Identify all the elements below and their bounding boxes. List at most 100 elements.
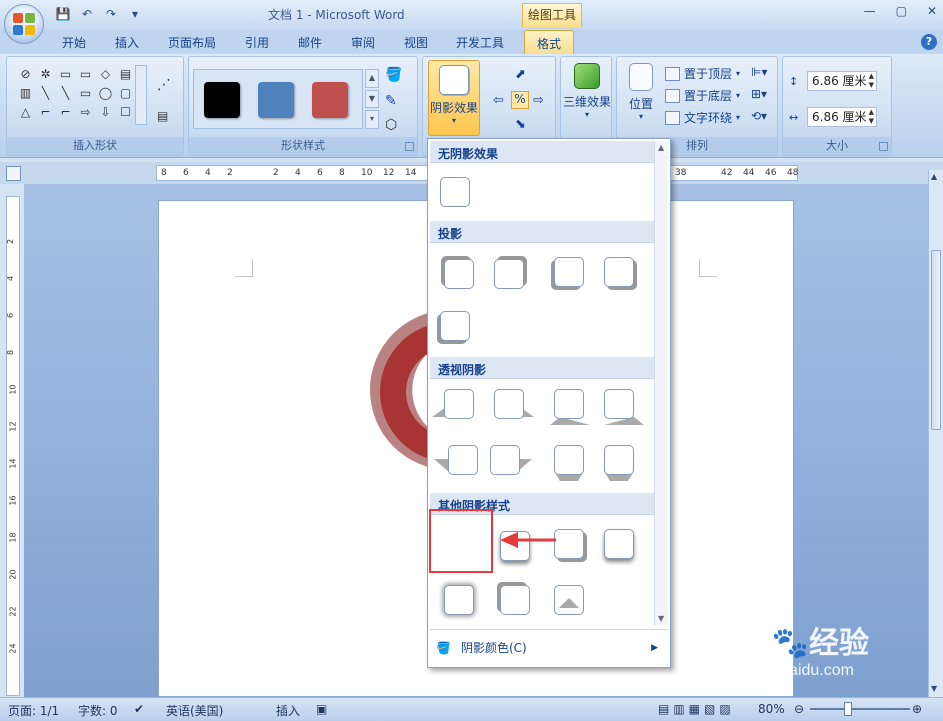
other-shadow-option-6[interactable] [500, 585, 530, 615]
vertical-ruler[interactable]: 2 4 6 8 10 12 14 16 18 20 22 24 [6, 196, 20, 696]
macro-record-icon[interactable]: ▣ [316, 702, 327, 716]
text-wrap-button[interactable]: 文字环绕 ▾ [665, 109, 740, 126]
tab-format[interactable]: 格式 [524, 30, 575, 55]
nudge-shadow-right-icon[interactable]: ⇨ [533, 93, 544, 108]
help-icon[interactable]: ? [921, 34, 937, 50]
position-button[interactable]: 位置 ▾ [623, 63, 659, 121]
right-arrow-icon[interactable]: ⇨ [77, 103, 94, 120]
dropdown-scrollbar[interactable]: ▲ ▼ [654, 141, 668, 625]
perspective-shadow-option-1[interactable] [432, 389, 474, 419]
3d-effects-button[interactable]: 三维效果 ▾ [563, 63, 611, 119]
drop-shadow-option-1[interactable] [444, 259, 474, 289]
perspective-shadow-option-4[interactable] [604, 389, 644, 425]
send-to-back-button[interactable]: 置于底层 ▾ [665, 87, 740, 104]
scroll-thumb[interactable] [931, 250, 941, 430]
office-button[interactable] [4, 4, 44, 44]
perspective-shadow-option-6[interactable] [490, 445, 532, 475]
nudge-shadow-left-icon[interactable]: ⇦ [493, 93, 504, 108]
tab-references[interactable]: 引用 [245, 34, 269, 51]
word-count[interactable]: 字数: 0 [78, 702, 118, 719]
dialog-launcher-icon[interactable] [405, 142, 414, 151]
vertical-scrollbar[interactable]: ▲ ▼ [928, 170, 943, 697]
other-shadow-option-3[interactable] [554, 529, 584, 559]
diamond-icon[interactable]: ◇ [97, 65, 114, 82]
pen-color-icon[interactable]: ✎ [385, 93, 397, 109]
callout-icon[interactable]: ☐ [117, 103, 134, 120]
tab-review[interactable]: 审阅 [351, 34, 375, 51]
down-arrow-icon[interactable]: ⇩ [97, 103, 114, 120]
undo-icon[interactable]: ↶ [78, 6, 96, 22]
shadow-effects-button[interactable]: 阴影效果 ▾ [428, 60, 480, 136]
drop-shadow-option-5[interactable] [440, 311, 470, 341]
view-buttons[interactable]: ▤▥▦▧▨ [658, 702, 735, 716]
rectangle-icon[interactable]: ▭ [57, 65, 74, 82]
tab-selector-icon[interactable] [6, 166, 21, 181]
textbox-icon[interactable]: ▤ [117, 65, 134, 82]
group-objects-icon[interactable]: ⊞▾ [751, 87, 767, 101]
scroll-down-icon[interactable]: ▼ [931, 684, 937, 693]
style-swatch-red[interactable] [312, 82, 348, 118]
nudge-shadow-down-icon[interactable]: ⬊ [515, 117, 526, 132]
tab-mailings[interactable]: 邮件 [298, 34, 322, 51]
oval-icon[interactable]: ◯ [97, 84, 114, 101]
scroll-up-icon[interactable]: ▲ [931, 172, 937, 181]
dialog-launcher-icon[interactable] [879, 142, 888, 151]
tab-view[interactable]: 视图 [404, 34, 428, 51]
line-icon[interactable]: ╲ [57, 84, 74, 101]
drop-shadow-option-2[interactable] [494, 259, 524, 289]
proofing-icon[interactable]: ✔ [134, 702, 144, 716]
zoom-slider[interactable] [810, 708, 910, 710]
scroll-down-icon[interactable]: ▼ [658, 614, 664, 623]
rounded-rect-icon[interactable]: ▢ [117, 84, 134, 101]
rotate-icon[interactable]: ⟲▾ [751, 109, 767, 123]
perspective-shadow-option-3[interactable] [550, 389, 590, 425]
textbox-insert-icon[interactable]: ▤ [157, 109, 168, 123]
height-input[interactable]: 6.86 厘米 ▲ ▼ [807, 71, 877, 91]
perspective-shadow-option-7[interactable] [554, 445, 584, 481]
nudge-shadow-up-icon[interactable]: ⬈ [515, 67, 526, 82]
style-swatch-black[interactable] [204, 82, 240, 118]
zoom-out-icon[interactable]: ⊖ [794, 702, 804, 716]
language-indicator[interactable]: 英语(美国) [166, 702, 223, 719]
perspective-shadow-option-2[interactable] [494, 389, 534, 419]
shadow-toggle-icon[interactable]: % [511, 91, 529, 109]
change-shape-icon[interactable]: ⬡ [385, 117, 397, 133]
tab-developer[interactable]: 开发工具 [456, 34, 504, 51]
style-swatch-blue[interactable] [258, 82, 294, 118]
tab-page-layout[interactable]: 页面布局 [168, 34, 216, 51]
drop-shadow-option-3[interactable] [554, 257, 584, 287]
no-symbol-icon[interactable]: ⊘ [17, 65, 34, 82]
perspective-shadow-option-5[interactable] [434, 445, 478, 475]
zoom-level[interactable]: 80% [758, 702, 785, 716]
other-shadow-option-5[interactable] [444, 585, 474, 615]
other-shadow-option-4[interactable] [604, 529, 634, 559]
shape-gallery-scroll[interactable] [135, 65, 147, 125]
triangle-icon[interactable]: △ [17, 103, 34, 120]
connector-icon[interactable]: ⌐ [37, 103, 54, 120]
connector-icon[interactable]: ⌐ [57, 103, 74, 120]
rectangle-icon[interactable]: ▭ [77, 84, 94, 101]
style-gallery-scroll[interactable]: ▲ ▼ ▾ [365, 69, 379, 130]
vertical-textbox-icon[interactable]: ▥ [17, 84, 34, 101]
zoom-slider-thumb[interactable] [844, 702, 852, 716]
width-input[interactable]: 6.86 厘米 ▲ ▼ [807, 107, 877, 127]
redo-icon[interactable]: ↷ [102, 6, 120, 22]
minimize-icon[interactable]: — [864, 4, 876, 18]
page-count[interactable]: 页面: 1/1 [8, 702, 59, 719]
fill-bucket-icon[interactable]: 🪣 [385, 67, 402, 83]
tab-home[interactable]: 开始 [62, 34, 86, 51]
edit-shape-icon[interactable]: ⋰ [157, 77, 171, 93]
zoom-in-icon[interactable]: ⊕ [912, 702, 922, 716]
bring-to-front-button[interactable]: 置于顶层 ▾ [665, 65, 740, 82]
shadow-none-option[interactable] [440, 177, 470, 207]
restore-icon[interactable]: ▢ [896, 4, 907, 18]
scroll-up-icon[interactable]: ▲ [658, 143, 664, 152]
gear-shape-icon[interactable]: ✲ [37, 65, 54, 82]
shadow-color-menu-item[interactable]: 🪣 阴影颜色(C) ▶ [430, 629, 668, 665]
save-icon[interactable]: 💾 [54, 6, 72, 22]
rectangle-icon[interactable]: ▭ [77, 65, 94, 82]
perspective-shadow-option-8[interactable] [604, 445, 634, 481]
other-shadow-option-7[interactable] [554, 585, 584, 615]
insert-mode[interactable]: 插入 [276, 702, 300, 719]
close-icon[interactable]: ✕ [927, 4, 937, 18]
